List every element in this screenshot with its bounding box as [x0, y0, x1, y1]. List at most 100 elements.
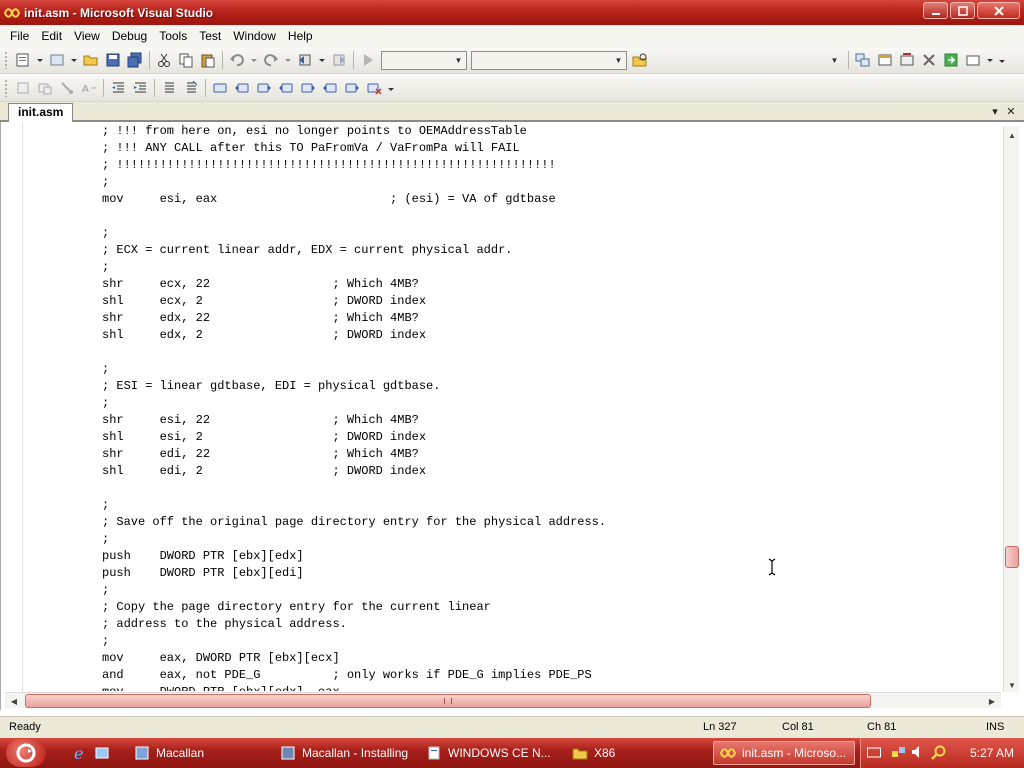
code-line[interactable]: mov DWORD PTR [ebx][edx], eax [102, 684, 997, 691]
start-button[interactable] [6, 739, 46, 767]
previous-bookmark-in-folder-icon[interactable] [275, 77, 297, 99]
new-project-icon[interactable] [12, 49, 34, 71]
redo-icon[interactable] [260, 49, 282, 71]
code-line[interactable]: shr edx, 22 ; Which 4MB? [102, 310, 997, 327]
chevron-down-icon[interactable] [282, 49, 294, 71]
toolbar-overflow-icon[interactable] [996, 49, 1008, 71]
code-line[interactable]: ; [102, 395, 997, 412]
toolbar-grip[interactable] [4, 51, 8, 69]
decrease-indent-icon[interactable] [107, 77, 129, 99]
code-line[interactable] [102, 344, 997, 361]
chevron-down-icon[interactable] [316, 49, 328, 71]
close-button[interactable] [977, 2, 1020, 19]
chevron-down-icon[interactable] [248, 49, 260, 71]
network-icon[interactable] [891, 745, 907, 762]
code-line[interactable]: ; !!! ANY CALL after this TO PaFromVa / … [102, 140, 997, 157]
display-quick-info-icon[interactable] [56, 77, 78, 99]
code-line[interactable]: ; address to the physical address. [102, 616, 997, 633]
menu-tools[interactable]: Tools [153, 26, 193, 46]
scroll-right-arrow-icon[interactable]: ▶ [985, 695, 999, 707]
menu-test[interactable]: Test [193, 26, 227, 46]
search-icon[interactable] [931, 745, 947, 764]
code-line[interactable]: shr edi, 22 ; Which 4MB? [102, 446, 997, 463]
next-bookmark-in-document-icon[interactable] [341, 77, 363, 99]
previous-bookmark-in-document-icon[interactable] [319, 77, 341, 99]
code-line[interactable]: shl edx, 2 ; DWORD index [102, 327, 997, 344]
find-in-files-icon[interactable] [629, 49, 651, 71]
code-line[interactable]: mov eax, DWORD PTR [ebx][ecx] [102, 650, 997, 667]
previous-bookmark-icon[interactable] [231, 77, 253, 99]
toggle-bookmark-icon[interactable] [209, 77, 231, 99]
taskbar-item-macallan-installing[interactable]: Macallan - Installing [274, 741, 414, 765]
taskbar-item-windows-ce[interactable]: WINDOWS CE N... [420, 741, 560, 765]
navigate-forward-icon[interactable] [328, 49, 350, 71]
code-line[interactable]: ; [102, 497, 997, 514]
keyboard-icon[interactable] [867, 746, 881, 761]
start-debugging-icon[interactable] [357, 49, 379, 71]
comment-lines-icon[interactable] [158, 77, 180, 99]
code-line[interactable]: ; [102, 174, 997, 191]
scroll-up-arrow-icon[interactable]: ▲ [1004, 128, 1020, 142]
chevron-down-icon[interactable] [34, 49, 46, 71]
code-line[interactable]: ; ECX = current linear addr, EDX = curre… [102, 242, 997, 259]
next-bookmark-icon[interactable] [253, 77, 275, 99]
scroll-left-arrow-icon[interactable]: ◀ [7, 695, 21, 707]
taskbar-item-init-asm[interactable]: init.asm - Microso... [713, 741, 855, 765]
code-line[interactable]: ; !!!!!!!!!!!!!!!!!!!!!!!!!!!!!!!!!!!!!!… [102, 157, 997, 174]
code-line[interactable]: push DWORD PTR [ebx][edx] [102, 548, 997, 565]
code-line[interactable]: shr esi, 22 ; Which 4MB? [102, 412, 997, 429]
selection-margin[interactable] [5, 122, 23, 692]
next-bookmark-in-folder-icon[interactable] [297, 77, 319, 99]
menu-edit[interactable]: Edit [35, 26, 68, 46]
code-line[interactable]: ; [102, 361, 997, 378]
display-object-member-list-icon[interactable] [12, 77, 34, 99]
chevron-down-icon[interactable] [984, 49, 996, 71]
code-line[interactable] [102, 480, 997, 497]
start-page-icon[interactable] [940, 49, 962, 71]
code-line[interactable]: shl ecx, 2 ; DWORD index [102, 293, 997, 310]
code-line[interactable]: mov esi, eax ; (esi) = VA of gdtbase [102, 191, 997, 208]
code-line[interactable]: ; [102, 633, 997, 650]
taskbar-item-x86[interactable]: X86 [566, 741, 706, 765]
code-line[interactable]: ; [102, 225, 997, 242]
code-line[interactable]: ; Save off the original page directory e… [102, 514, 997, 531]
code-line[interactable]: ; [102, 259, 997, 276]
display-parameter-info-icon[interactable] [34, 77, 56, 99]
code-line[interactable]: shr ecx, 22 ; Which 4MB? [102, 276, 997, 293]
command-window-icon[interactable] [962, 49, 984, 71]
vertical-scroll-thumb[interactable] [1005, 546, 1019, 568]
save-all-icon[interactable] [124, 49, 146, 71]
volume-icon[interactable] [911, 745, 927, 762]
object-browser-icon[interactable] [896, 49, 918, 71]
minimize-button[interactable] [923, 2, 948, 19]
code-line[interactable] [102, 208, 997, 225]
active-files-chevron-down-icon[interactable]: ▾ [988, 104, 1002, 118]
solution-configuration-select[interactable]: ▼ [381, 50, 467, 70]
copy-icon[interactable] [175, 49, 197, 71]
menu-help[interactable]: Help [282, 26, 319, 46]
maximize-button[interactable] [950, 2, 975, 19]
menu-window[interactable]: Window [227, 26, 282, 46]
toolbox-icon[interactable] [918, 49, 940, 71]
solution-explorer-icon[interactable] [852, 49, 874, 71]
undo-icon[interactable] [226, 49, 248, 71]
paste-icon[interactable] [197, 49, 219, 71]
properties-window-icon[interactable] [874, 49, 896, 71]
code-line[interactable]: shl esi, 2 ; DWORD index [102, 429, 997, 446]
code-line[interactable]: ; !!! from here on, esi no longer points… [102, 123, 997, 140]
menu-debug[interactable]: Debug [106, 26, 153, 46]
menu-view[interactable]: View [68, 26, 106, 46]
scroll-down-arrow-icon[interactable]: ▼ [1004, 678, 1020, 692]
close-document-icon[interactable]: ✕ [1004, 104, 1018, 118]
find-combo[interactable]: ▼ [653, 51, 843, 70]
uncomment-lines-icon[interactable] [180, 77, 202, 99]
code-line[interactable]: ; Copy the page directory entry for the … [102, 599, 997, 616]
toolbar-grip[interactable] [4, 78, 8, 97]
tab-init-asm[interactable]: init.asm [8, 103, 74, 122]
code-line[interactable]: ; ESI = linear gdtbase, EDI = physical g… [102, 378, 997, 395]
toolbar-overflow-icon[interactable] [385, 77, 397, 99]
solution-platform-select[interactable]: ▼ [471, 50, 627, 70]
code-text-area[interactable]: ; !!! from here on, esi no longer points… [102, 123, 997, 691]
add-item-icon[interactable] [46, 49, 68, 71]
code-line[interactable]: shl edi, 2 ; DWORD index [102, 463, 997, 480]
